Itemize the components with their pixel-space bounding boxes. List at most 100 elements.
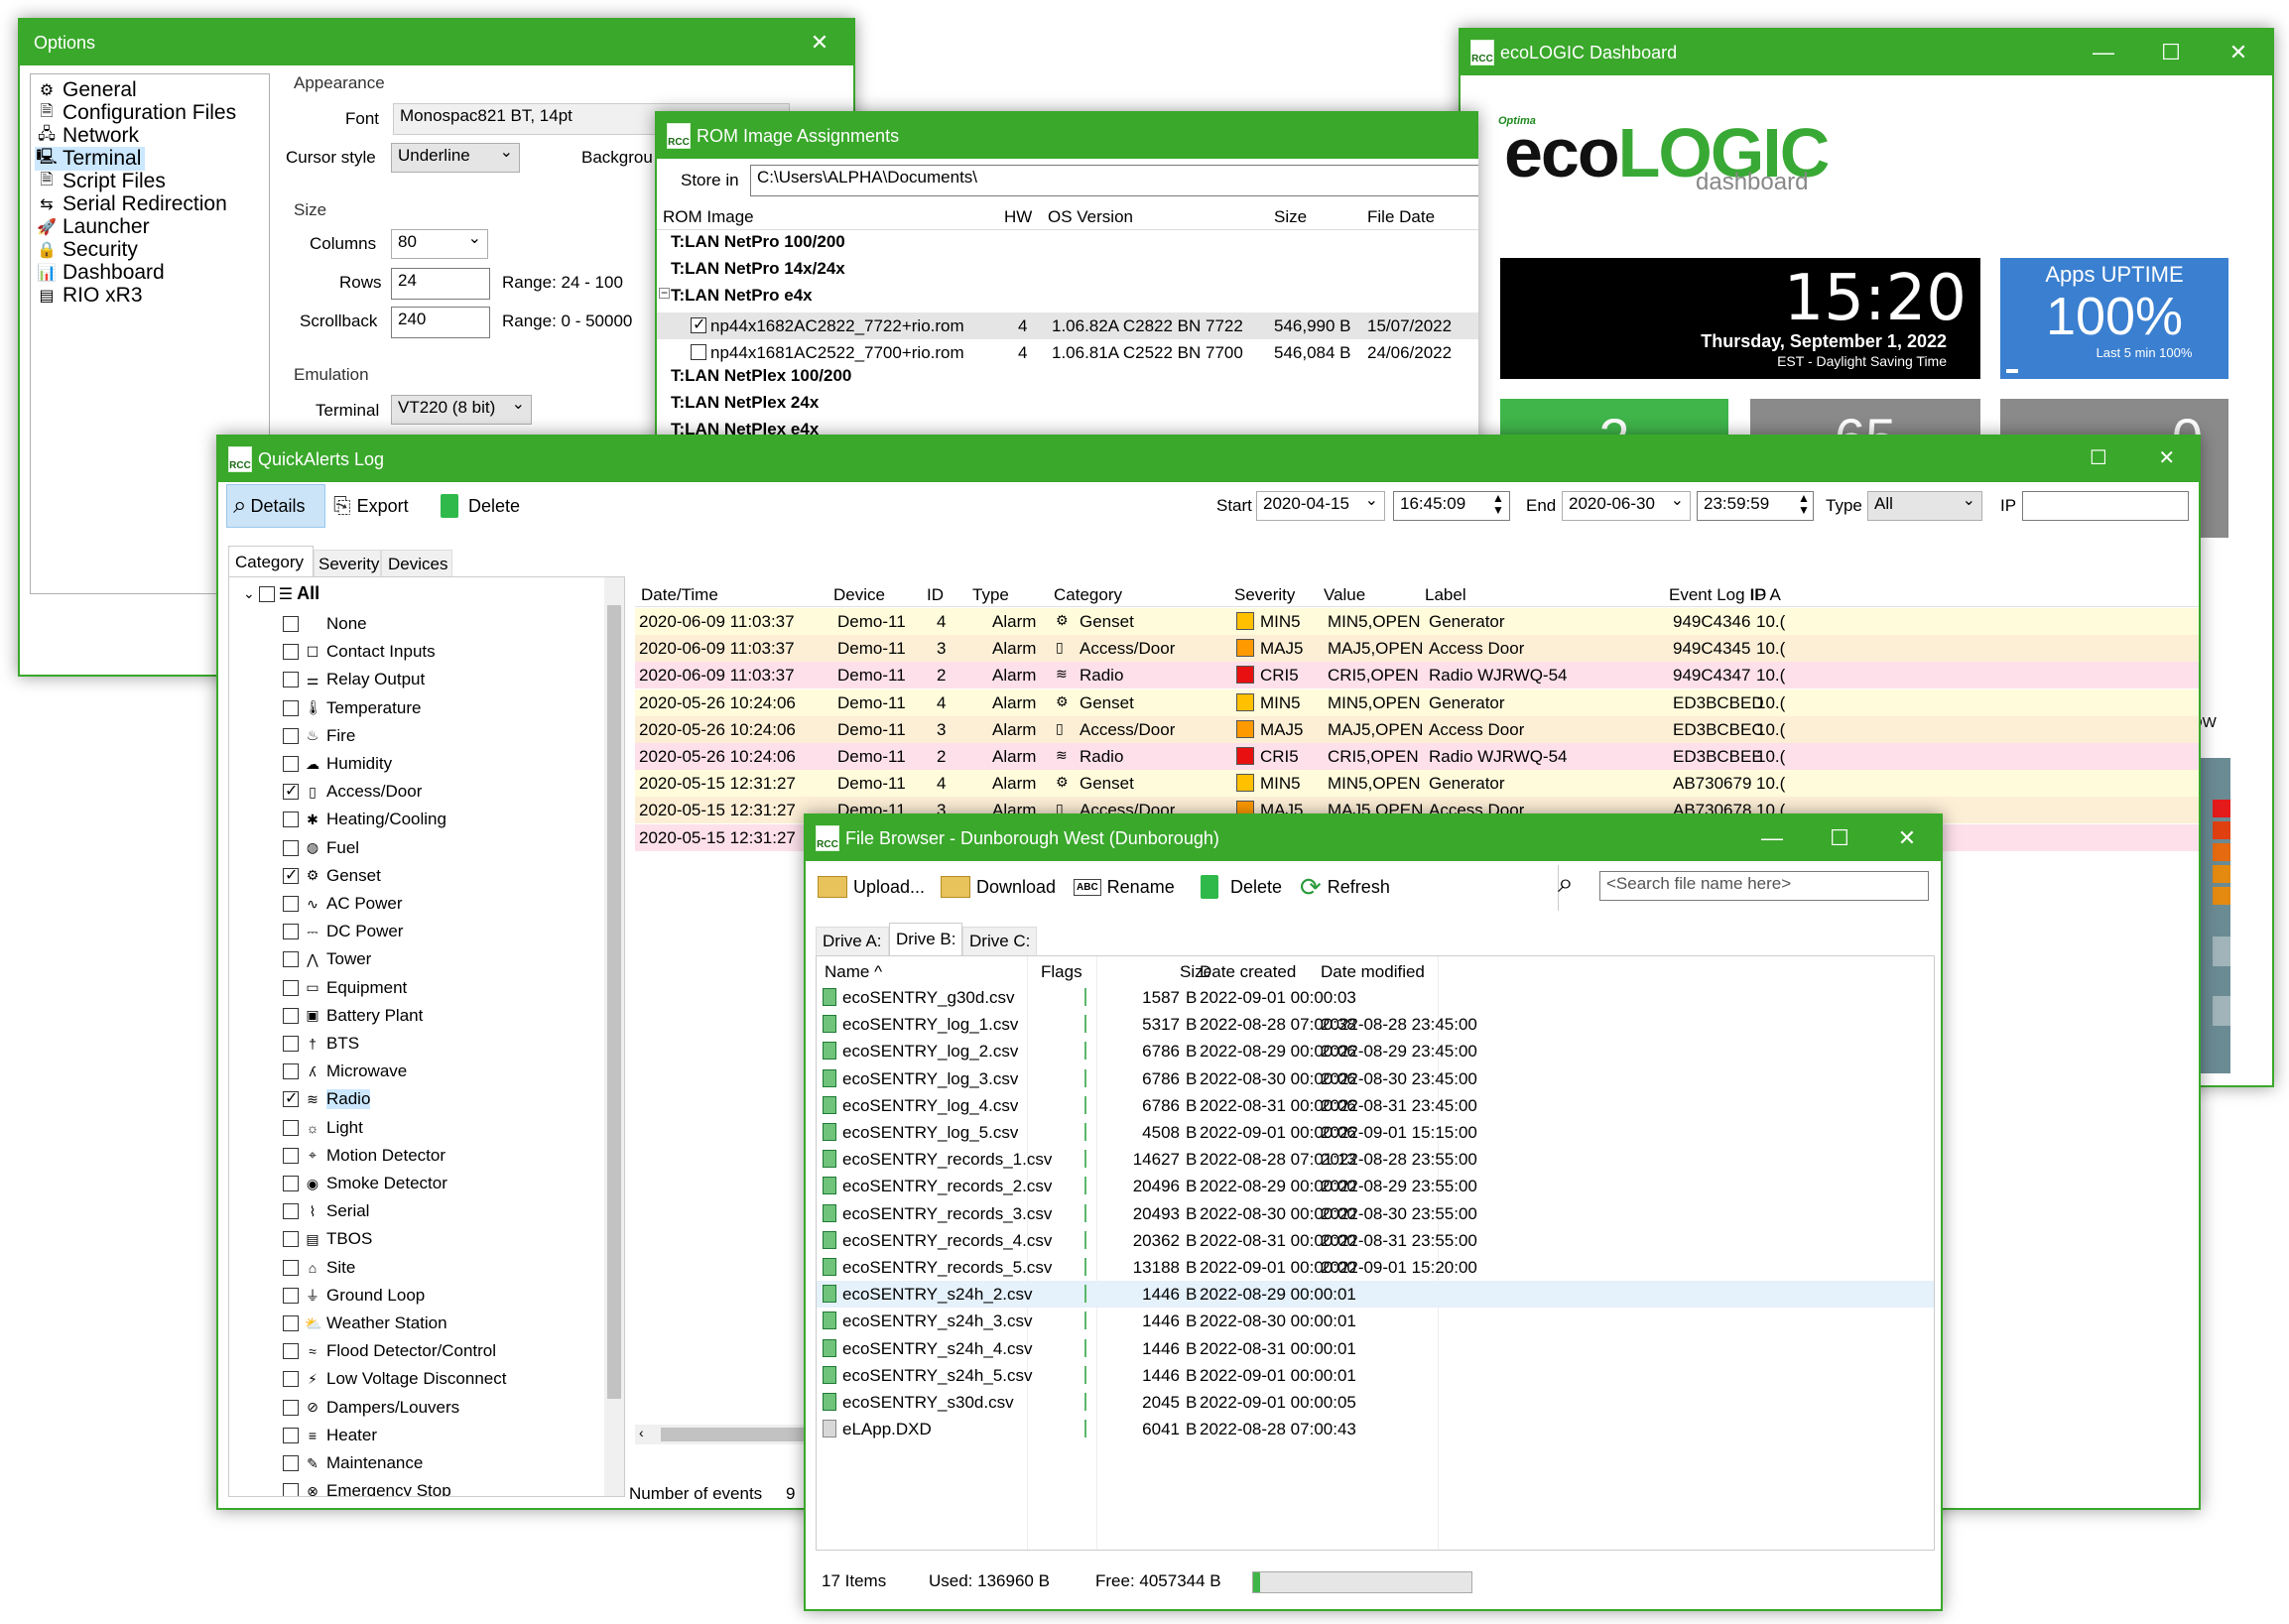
terminal-select[interactable]: VT220 (8 bit) (391, 395, 532, 425)
ip-input[interactable] (2022, 491, 2189, 521)
tree-item-equipment[interactable]: ▭ Equipment (283, 976, 407, 1000)
col-severity[interactable]: Severity (1234, 585, 1295, 605)
col-category[interactable]: Category (1054, 585, 1122, 605)
tree-item-light[interactable]: ☼ Light (283, 1116, 363, 1140)
tree-checkbox[interactable] (283, 1399, 299, 1416)
tree-checkbox[interactable] (283, 979, 299, 996)
maximize-icon[interactable]: ☐ (2137, 30, 2205, 75)
refresh-button[interactable]: ⟳ Refresh (1300, 865, 1390, 909)
tab-drive-a[interactable]: Drive A: (816, 927, 889, 956)
tree-item-microwave[interactable]: ʎ Microwave (283, 1060, 407, 1083)
tree-root[interactable]: ⌄ ☰ All (243, 583, 319, 604)
rom-group[interactable]: T:LAN NetPro 14x/24x (671, 259, 845, 279)
nav-item-network[interactable]: 🖧 Network (35, 124, 143, 148)
columns-select[interactable]: 80 (391, 229, 488, 259)
tree-checkbox[interactable] (283, 1147, 299, 1164)
col-value[interactable]: Value (1324, 585, 1365, 605)
col-flags[interactable]: Flags (1041, 962, 1082, 982)
tree-checkbox[interactable] (283, 924, 299, 940)
tree-checkbox[interactable] (283, 616, 299, 632)
tree-item-tbos[interactable]: ▤ TBOS (283, 1227, 372, 1251)
tree-item-access-door[interactable]: ▯ Access/Door (283, 780, 422, 804)
close-icon[interactable]: ✕ (2205, 30, 2272, 75)
col-label[interactable]: Label (1425, 585, 1466, 605)
col-os-version[interactable]: OS Version (1048, 207, 1133, 227)
rom-file-row[interactable]: np44x1682AC2822_7722+rio.rom 4 1.06.82A C2… (657, 312, 1478, 339)
close-icon[interactable]: ✕ (2158, 445, 2175, 470)
tree-item-dc-power[interactable]: ⎓ DC Power (283, 920, 403, 943)
tree-checkbox[interactable] (283, 865, 299, 885)
file-row[interactable]: ecoSENTRY_records_5.csv 13188 B 2022-09-01 … (817, 1254, 1934, 1281)
file-row[interactable]: ecoSENTRY_s24h_3.csv 1446 B 2022-08-30 00:0… (817, 1308, 1934, 1334)
tree-checkbox[interactable] (283, 1371, 299, 1388)
col-datetime[interactable]: Date/Time (641, 585, 718, 605)
tree-item-motion-detector[interactable]: ⌖ Motion Detector (283, 1144, 445, 1168)
nav-item-configuration-files[interactable]: 🗎 Configuration Files (35, 101, 240, 125)
tree-item-maintenance[interactable]: ✎ Maintenance (283, 1451, 423, 1475)
alert-row[interactable]: 2020-05-26 10:24:06 Demo-11 4 Alarm ⚙ Genset M… (635, 688, 2199, 716)
tree-item-smoke-detector[interactable]: ◉ Smoke Detector (283, 1172, 447, 1195)
store-path[interactable]: C:\Users\ALPHA\Documents\ (750, 165, 1478, 196)
tab-category[interactable]: Category (228, 546, 314, 577)
close-icon[interactable]: ✕ (786, 20, 853, 65)
tree-item-site[interactable]: ⌂ Site (283, 1256, 355, 1280)
nav-item-dashboard[interactable]: 📊 Dashboard (35, 261, 169, 285)
details-button[interactable]: ⌕ Details (226, 484, 325, 528)
file-row[interactable]: ecoSENTRY_s30d.csv 2045 B 2022-09-01 00:00:… (817, 1389, 1934, 1416)
tree-item-relay-output[interactable]: ⚌ Relay Output (283, 668, 425, 691)
file-row[interactable]: ecoSENTRY_records_2.csv 20496 B 2022-08-29 … (817, 1173, 1934, 1199)
end-time-spinner[interactable]: ▲ ▼ (1798, 492, 1810, 516)
collapse-icon[interactable]: − (659, 287, 670, 299)
tree-item-low-voltage-disconnect[interactable]: ⚡ Low Voltage Disconnect (283, 1367, 506, 1391)
nav-item-security[interactable]: 🔒 Security (35, 238, 142, 262)
nav-item-terminal[interactable]: 🖳 Terminal (35, 147, 146, 171)
close-icon[interactable]: ✕ (1873, 815, 1941, 861)
tree-checkbox[interactable] (283, 951, 299, 968)
tree-item-heating-cooling[interactable]: ✱ Heating/Cooling (283, 808, 446, 831)
minimize-icon[interactable]: — (2070, 30, 2137, 75)
tree-item-battery-plant[interactable]: ▣ Battery Plant (283, 1004, 423, 1028)
scrollback-input[interactable]: 240 (391, 307, 490, 338)
file-row[interactable]: ecoSENTRY_s24h_2.csv 1446 B 2022-08-29 00:0… (817, 1281, 1934, 1309)
col-name[interactable]: Name ^ (825, 962, 882, 982)
rows-input[interactable]: 24 (391, 268, 490, 300)
col-date-modified[interactable]: Date modified (1321, 962, 1425, 982)
tree-item-tower[interactable]: ⋀ Tower (283, 947, 371, 971)
tree-checkbox[interactable] (283, 699, 299, 716)
tree-item-weather-station[interactable]: ⛅ Weather Station (283, 1312, 447, 1335)
tree-checkbox[interactable] (283, 1036, 299, 1052)
tree-checkbox[interactable] (283, 896, 299, 912)
rom-titlebar[interactable]: RCC ROM Image Assignments (657, 113, 1478, 159)
end-date[interactable]: 2020-06-30 (1562, 491, 1691, 521)
rom-file-checkbox[interactable] (691, 344, 706, 360)
tree-item-serial[interactable]: ⌇ Serial (283, 1199, 369, 1223)
nav-item-serial-redirection[interactable]: ⇆ Serial Redirection (35, 192, 231, 216)
tree-checkbox[interactable] (283, 1315, 299, 1331)
tab-drive-b[interactable]: Drive B: (889, 923, 963, 956)
tree-item-ground-loop[interactable]: ⏚ Ground Loop (283, 1284, 425, 1308)
rename-button[interactable]: ABC Rename (1074, 865, 1175, 909)
delete-button[interactable]: Delete (441, 484, 520, 528)
tree-checkbox[interactable] (283, 1483, 299, 1496)
maximize-icon[interactable]: ☐ (1806, 815, 1873, 861)
rom-file-row[interactable]: np44x1681AC2522_7700+rio.rom 4 1.06.81A C2… (657, 339, 1478, 366)
options-titlebar[interactable]: Options ✕ (20, 20, 853, 65)
type-select[interactable]: All (1867, 491, 1982, 521)
quickalerts-titlebar[interactable]: RCC QuickAlerts Log (218, 437, 2199, 482)
rom-group[interactable]: T:LAN NetPro 100/200 (671, 232, 845, 252)
tree-checkbox[interactable] (283, 1287, 299, 1304)
col-device[interactable]: Device (833, 585, 885, 605)
col-rom-image[interactable]: ROM Image (663, 207, 754, 227)
dashboard-titlebar[interactable]: RCC ecoLOGIC Dashboard — ☐ ✕ (1461, 30, 2272, 75)
file-row[interactable]: ecoSENTRY_s24h_5.csv 1446 B 2022-09-01 00:0… (817, 1362, 1934, 1389)
nav-item-script-files[interactable]: 🗎 Script Files (35, 170, 170, 193)
tree-item-contact-inputs[interactable]: ☐ Contact Inputs (283, 640, 436, 664)
chevron-down-icon[interactable]: ⌄ (243, 585, 255, 602)
minimize-icon[interactable]: — (1738, 815, 1806, 861)
tree-item-none[interactable]: None (283, 612, 367, 636)
tree-checkbox[interactable] (283, 1203, 299, 1220)
alert-row[interactable]: 2020-05-26 10:24:06 Demo-11 2 Alarm ≋ Radio CR… (635, 743, 2199, 770)
alert-row[interactable]: 2020-05-15 12:31:27 Demo-11 4 Alarm ⚙ Genset M… (635, 770, 2199, 798)
tree-checkbox[interactable] (283, 1427, 299, 1443)
start-date[interactable]: 2020-04-15 (1256, 491, 1385, 521)
